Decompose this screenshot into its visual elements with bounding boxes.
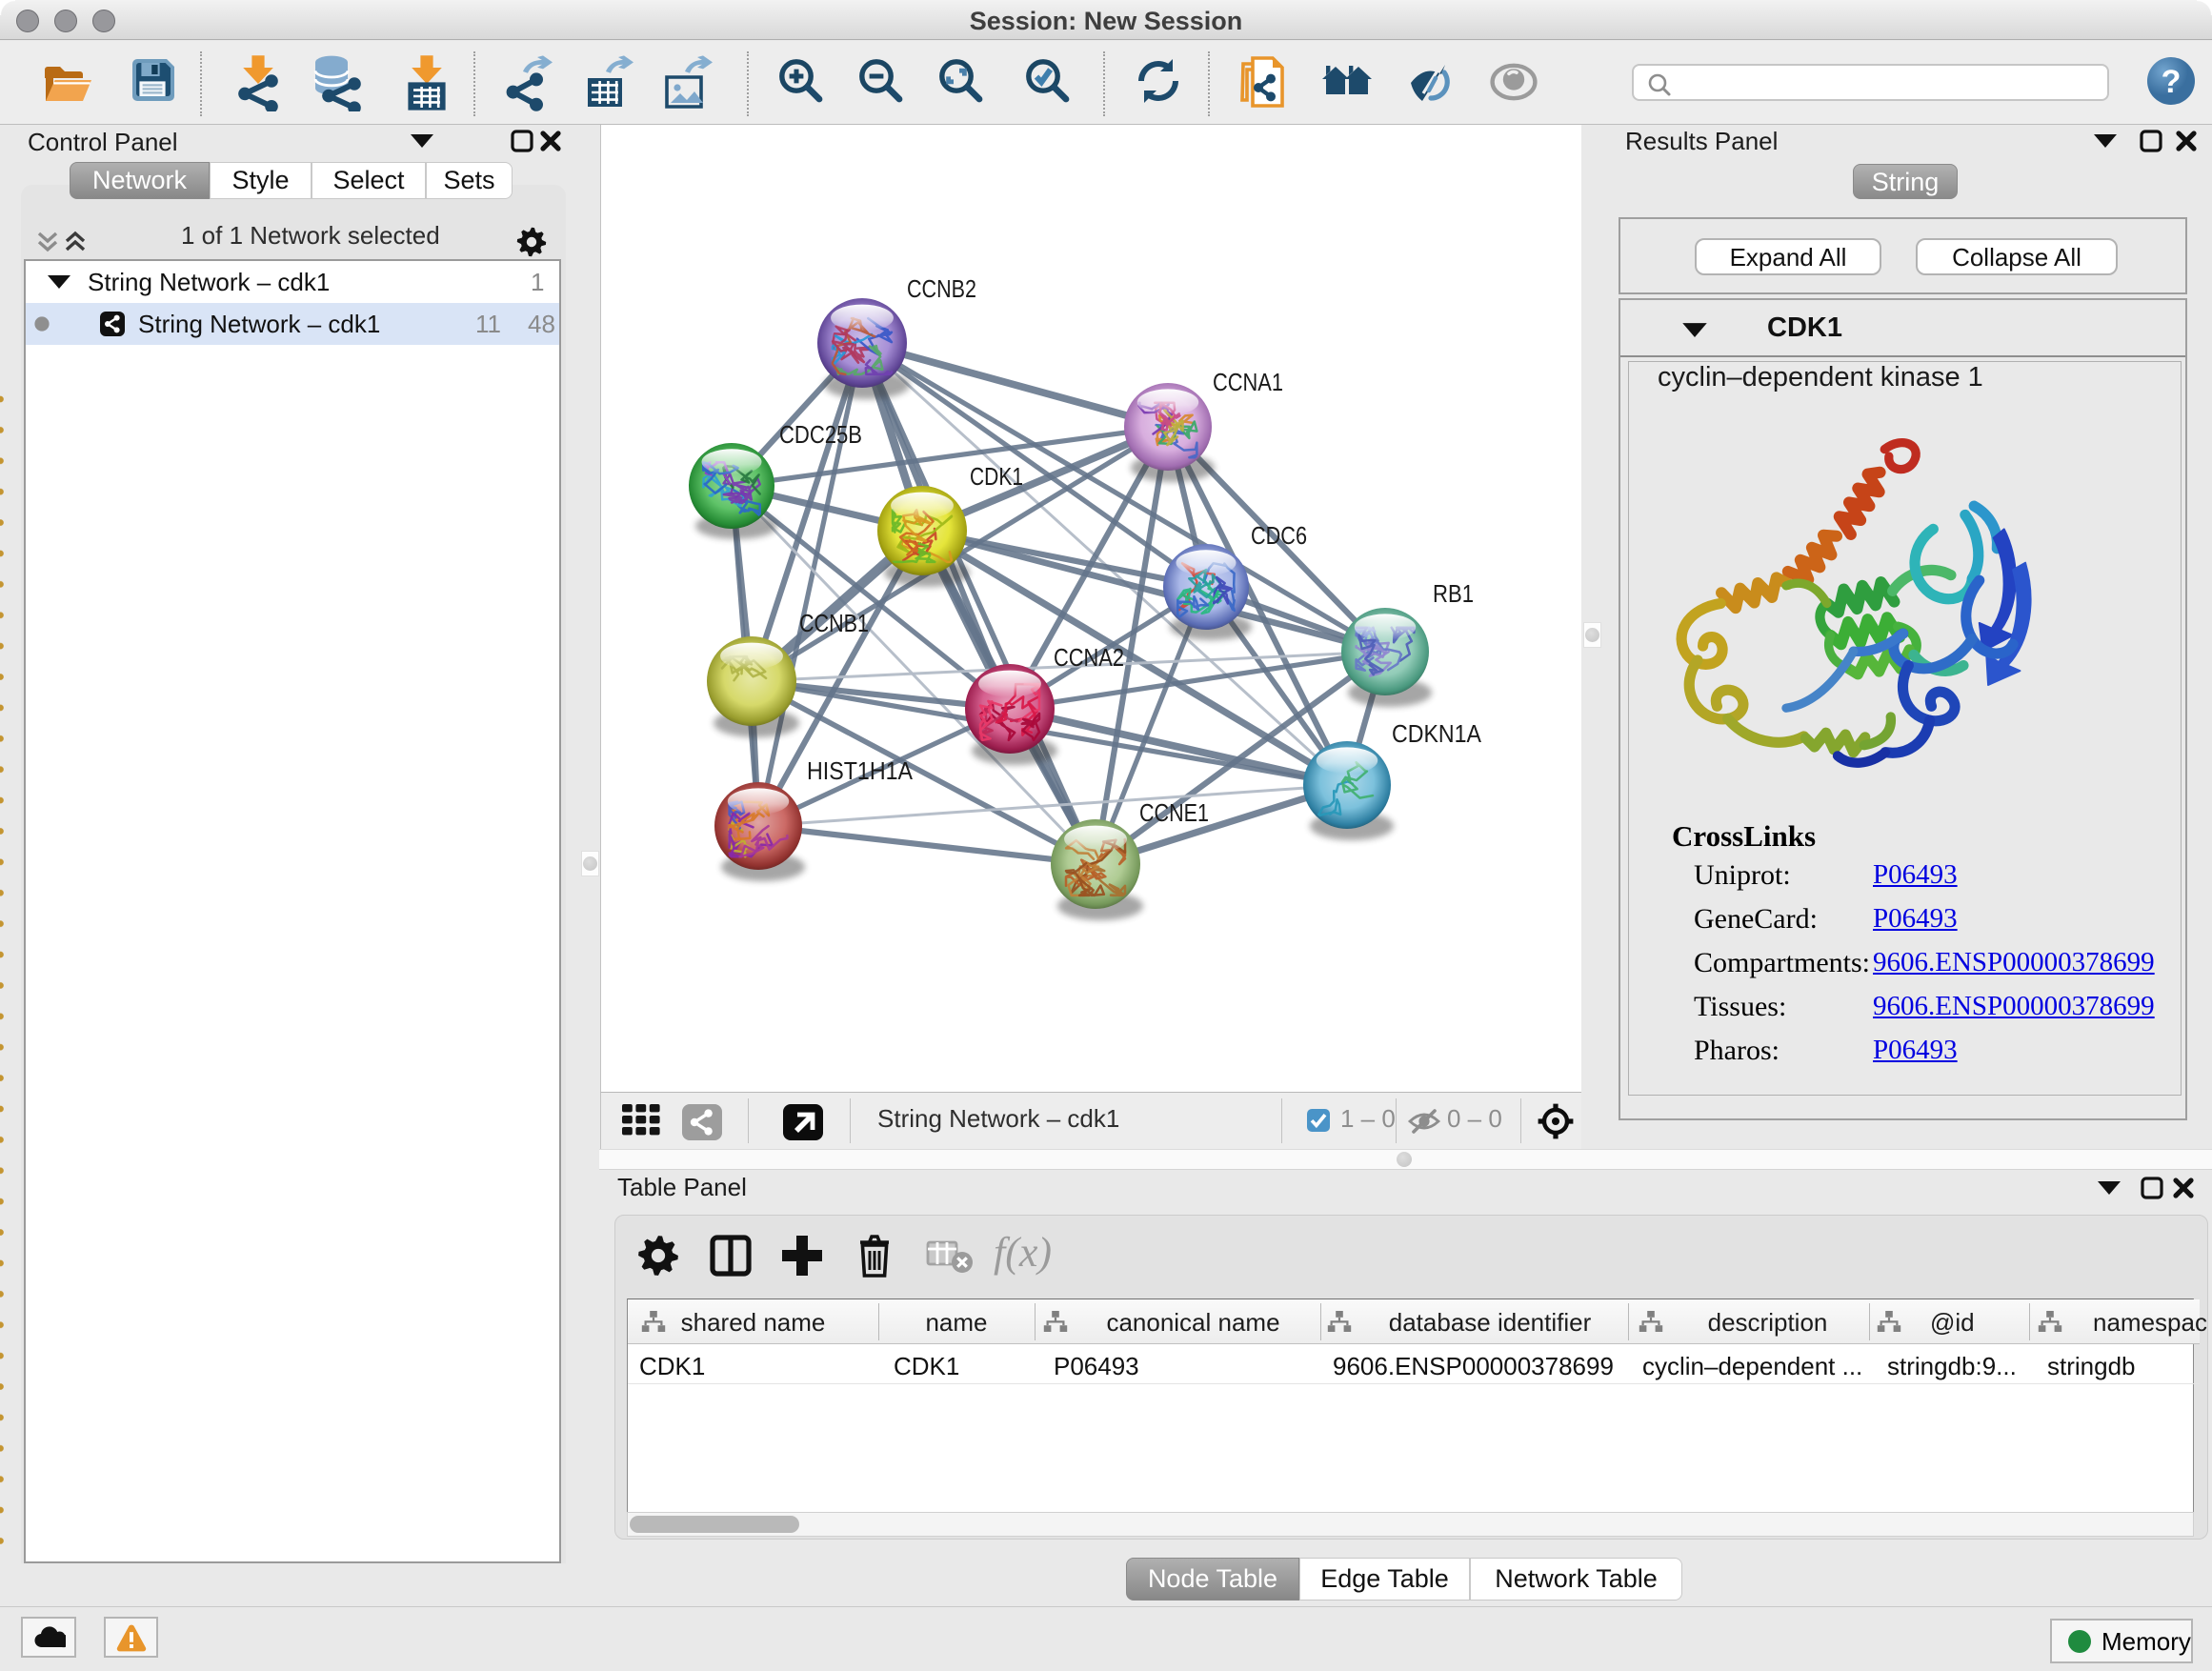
svg-text:CCNA1: CCNA1 xyxy=(1213,368,1283,396)
svg-text:CDK1: CDK1 xyxy=(970,462,1023,491)
svg-text:HIST1H1A: HIST1H1A xyxy=(807,756,914,785)
svg-text:CDC25B: CDC25B xyxy=(779,420,862,449)
svg-text:CDC6: CDC6 xyxy=(1251,521,1307,550)
svg-text:CCNA2: CCNA2 xyxy=(1054,643,1124,672)
svg-text:CCNB1: CCNB1 xyxy=(799,609,869,637)
svg-text:RB1: RB1 xyxy=(1433,579,1474,608)
svg-text:CCNE1: CCNE1 xyxy=(1139,798,1209,827)
svg-text:?: ? xyxy=(2162,64,2182,100)
svg-text:CCNB2: CCNB2 xyxy=(907,274,976,303)
svg-text:CDKN1A: CDKN1A xyxy=(1392,719,1482,748)
